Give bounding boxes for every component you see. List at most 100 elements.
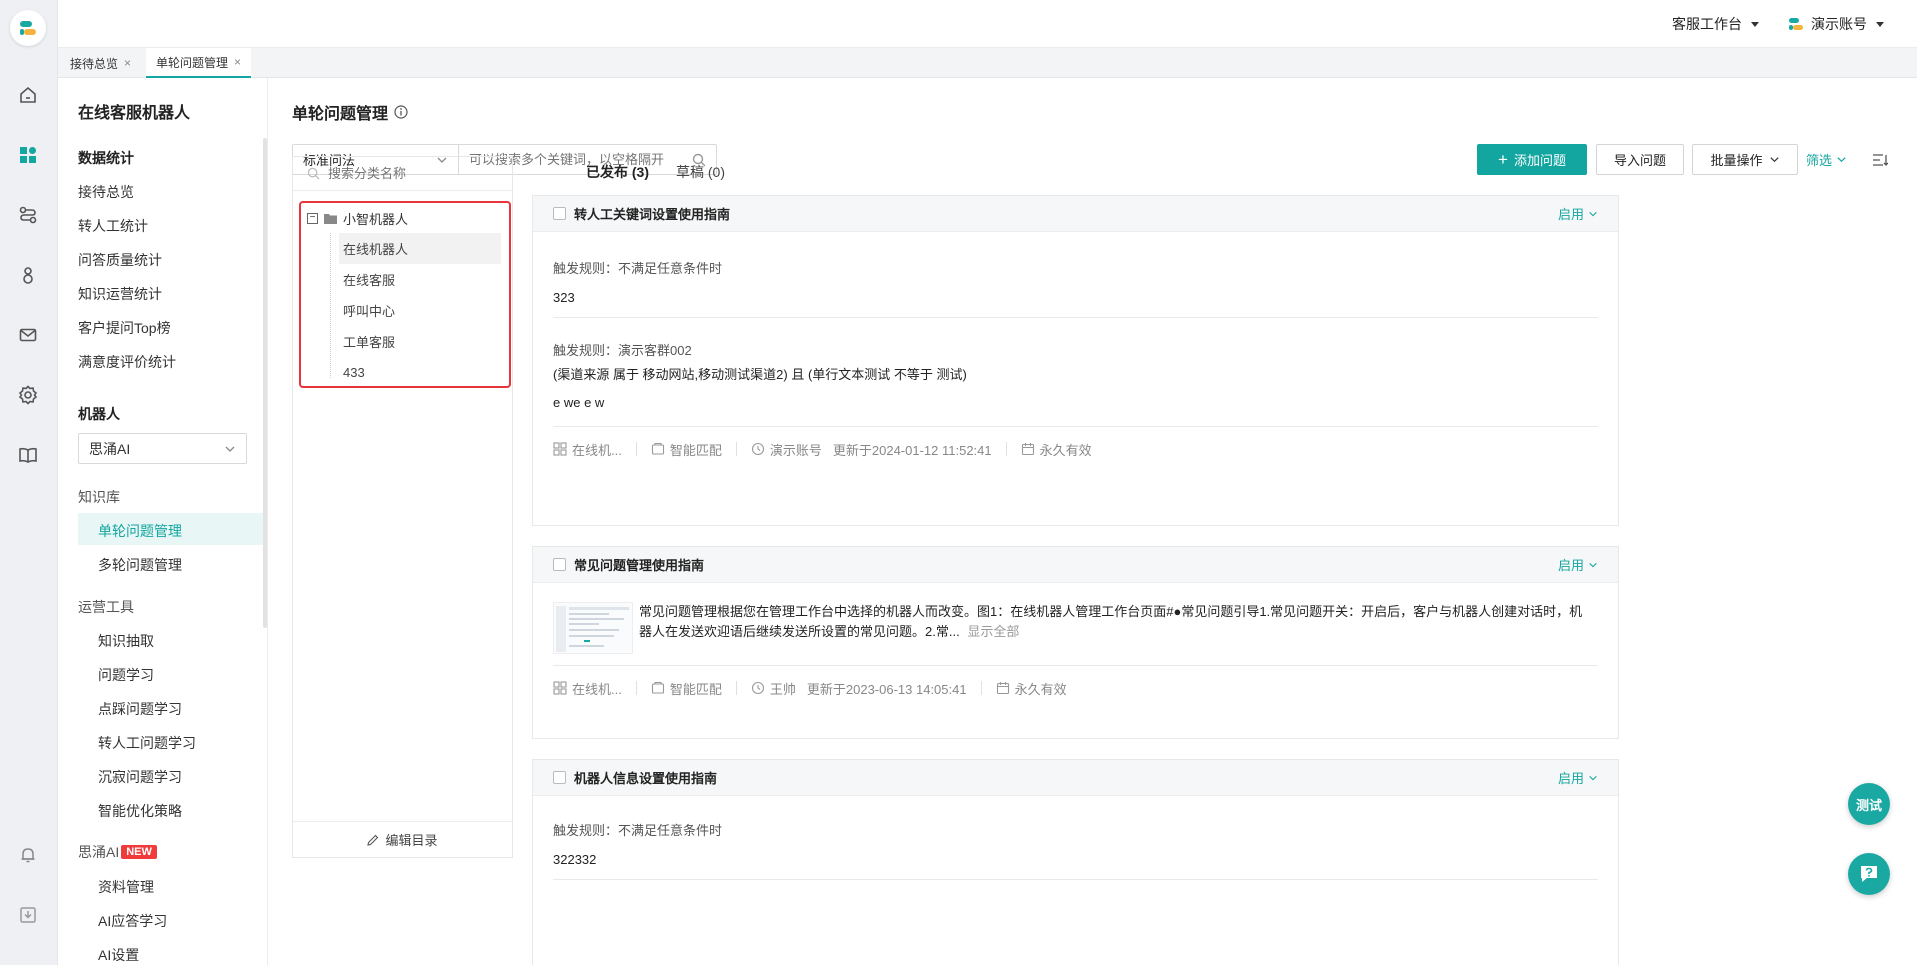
- workspace-switcher[interactable]: 客服工作台: [1672, 0, 1759, 48]
- nav-item-knowledge-extract[interactable]: 知识抽取: [98, 631, 154, 651]
- chevron-down-icon: [225, 446, 235, 452]
- test-button[interactable]: 测试: [1848, 783, 1890, 825]
- close-icon[interactable]: ×: [234, 55, 241, 69]
- tab-draft[interactable]: 草稿 (0): [676, 162, 725, 182]
- nav-item-dislike-learning[interactable]: 点踩问题学习: [98, 699, 182, 719]
- question-meta: 在线机... 智能匹配 演示账号 更新于2024-01-12 11:52:41 …: [553, 439, 1092, 459]
- meta-validity-text: 永久有效: [1039, 442, 1092, 458]
- chevron-down-icon: [1751, 21, 1759, 27]
- meta-validity-text: 永久有效: [1014, 681, 1067, 697]
- batch-ops-button[interactable]: 批量操作: [1692, 144, 1798, 175]
- category-item-online-service[interactable]: 在线客服: [339, 264, 501, 295]
- help-button[interactable]: [1848, 853, 1890, 895]
- meta-validity: 永久有效: [1021, 440, 1092, 459]
- download-icon[interactable]: [13, 900, 43, 930]
- robot-select-value: 思涌AI: [89, 440, 131, 457]
- nav-scrollbar[interactable]: [263, 138, 267, 628]
- nav-item-question-learning[interactable]: 问题学习: [98, 665, 154, 685]
- meta-match: 智能匹配: [651, 679, 722, 698]
- nav-item-transfer-learning[interactable]: 转人工问题学习: [98, 733, 196, 753]
- nav-item-satisfaction[interactable]: 满意度评价统计: [78, 352, 176, 372]
- nav-item-silent-learning[interactable]: 沉寂问题学习: [98, 767, 182, 787]
- meta-channel: 在线机...: [553, 440, 622, 459]
- info-icon[interactable]: [394, 105, 408, 119]
- tab-reception-overview[interactable]: 接待总览 ×: [60, 48, 141, 78]
- book-icon[interactable]: [13, 440, 43, 470]
- category-item-call-center[interactable]: 呼叫中心: [339, 295, 501, 326]
- close-icon[interactable]: ×: [124, 56, 131, 70]
- meta-author: 王帅 更新于2023-06-13 14:05:41: [751, 679, 967, 698]
- collapse-toggle-icon[interactable]: −: [307, 212, 318, 224]
- nav-title: 在线客服机器人: [78, 105, 191, 122]
- meta-match: 智能匹配: [651, 440, 722, 459]
- answer-thumbnail-image[interactable]: [553, 602, 633, 654]
- meta-updated-text: 更新于2023-06-13 14:05:41: [806, 681, 967, 697]
- nav-item-ai-settings[interactable]: AI设置: [98, 945, 139, 965]
- account-menu[interactable]: 演示账号: [1787, 0, 1884, 48]
- nav-item-ai-learning[interactable]: AI应答学习: [98, 911, 167, 931]
- plus-icon: +: [1498, 150, 1508, 169]
- bell-icon[interactable]: [13, 840, 43, 870]
- meta-separator: [735, 681, 737, 695]
- nav-item-transfer-stats[interactable]: 转人工统计: [78, 216, 148, 236]
- nav-item-knowledge-ops[interactable]: 知识运营统计: [78, 284, 162, 304]
- question-card-header: 常见问题管理使用指南 启用: [533, 547, 1618, 583]
- category-search-input[interactable]: [328, 166, 498, 181]
- chevron-down-icon: [1589, 775, 1597, 780]
- category-item-ticket[interactable]: 工单客服: [339, 326, 501, 357]
- nav-item-smart-optimize[interactable]: 智能优化策略: [98, 801, 182, 821]
- question-title[interactable]: 转人工关键词设置使用指南: [574, 204, 730, 223]
- search-icon: [307, 167, 320, 180]
- status-label: 启用: [1557, 558, 1584, 573]
- robot-select[interactable]: 思涌AI: [78, 433, 247, 464]
- status-label: 启用: [1557, 771, 1584, 786]
- nav-item-single-question[interactable]: 单轮问题管理: [98, 521, 182, 541]
- app-logo[interactable]: [10, 10, 46, 46]
- tab-published[interactable]: 已发布 (3): [586, 162, 649, 182]
- meta-author-text: 王帅: [769, 681, 796, 697]
- question-checkbox[interactable]: [553, 207, 566, 220]
- settings-icon[interactable]: [13, 380, 43, 410]
- flow-icon[interactable]: [13, 200, 43, 230]
- divider: [553, 317, 1598, 318]
- question-meta: 在线机... 智能匹配 王帅 更新于2023-06-13 14:05:41 永久…: [553, 678, 1067, 698]
- page-title: 单轮问题管理: [292, 100, 408, 124]
- add-question-button[interactable]: + 添加问题: [1477, 144, 1587, 175]
- nav-group-ops-tools: 运营工具: [78, 599, 134, 615]
- nav-item-reception-overview[interactable]: 接待总览: [78, 182, 134, 202]
- filter-toggle[interactable]: 筛选: [1806, 144, 1847, 175]
- meta-channel: 在线机...: [553, 679, 622, 698]
- chevron-down-icon: [1769, 157, 1779, 163]
- mail-icon[interactable]: [13, 320, 43, 350]
- nav-section-stats[interactable]: 数据统计: [78, 148, 134, 168]
- category-item-online-robot[interactable]: 在线机器人: [339, 233, 501, 264]
- account-name: 演示账号: [1811, 16, 1867, 32]
- edit-icon: [367, 834, 379, 846]
- category-item-433[interactable]: 433: [339, 357, 501, 388]
- filter-label: 筛选: [1806, 153, 1833, 168]
- question-checkbox[interactable]: [553, 558, 566, 571]
- show-all-link[interactable]: 显示全部: [967, 624, 1019, 639]
- question-checkbox[interactable]: [553, 771, 566, 784]
- help-chat-icon: [1861, 866, 1877, 882]
- status-dropdown[interactable]: 启用: [1558, 555, 1598, 574]
- nav-item-multi-question[interactable]: 多轮问题管理: [98, 555, 182, 575]
- new-badge: NEW: [121, 845, 157, 859]
- batch-ops-label: 批量操作: [1710, 153, 1763, 168]
- home-icon[interactable]: [13, 80, 43, 110]
- sort-icon[interactable]: [1872, 152, 1888, 168]
- status-dropdown[interactable]: 启用: [1558, 768, 1598, 787]
- dashboard-icon[interactable]: [13, 140, 43, 170]
- import-question-button[interactable]: 导入问题: [1596, 144, 1684, 175]
- nav-item-top-questions[interactable]: 客户提问Top榜: [78, 318, 171, 338]
- robot-icon[interactable]: [13, 260, 43, 290]
- nav-item-qa-quality[interactable]: 问答质量统计: [78, 250, 162, 270]
- question-title[interactable]: 机器人信息设置使用指南: [574, 768, 717, 787]
- tab-single-question[interactable]: 单轮问题管理 ×: [146, 48, 252, 78]
- nav-item-material[interactable]: 资料管理: [98, 877, 154, 897]
- status-dropdown[interactable]: 启用: [1558, 204, 1598, 223]
- question-title[interactable]: 常见问题管理使用指南: [574, 555, 704, 574]
- category-root[interactable]: − 小智机器人: [307, 208, 408, 228]
- answer-text: 322332: [553, 852, 597, 867]
- edit-catalog-button[interactable]: 编辑目录: [293, 821, 512, 857]
